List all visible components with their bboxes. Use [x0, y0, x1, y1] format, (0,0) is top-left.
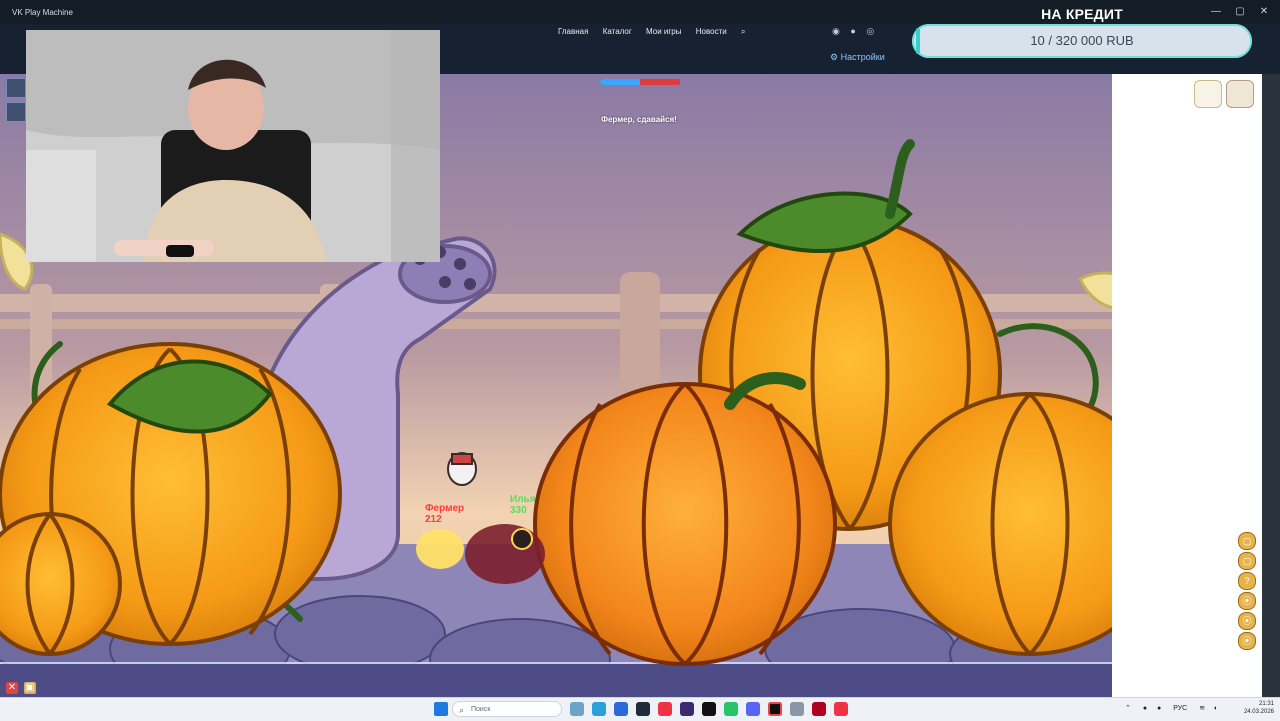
tray-chevron-icon[interactable]: ⌃: [1125, 705, 1131, 712]
close-icon[interactable]: ✕: [6, 682, 18, 694]
player-tag-ilya: Илья 330: [510, 494, 536, 516]
left-hud: [6, 78, 26, 126]
side-tools: ▢ ▢ ? ⦿ ⦿ ⦿: [1238, 532, 1258, 652]
taskbar-clock[interactable]: 21:31 24.03.2026: [1234, 700, 1274, 716]
nav-item-home[interactable]: Главная: [558, 27, 588, 36]
settings-label: Настройки: [840, 52, 885, 62]
webcam-feed: [26, 30, 440, 262]
wallet-icon[interactable]: ◉: [832, 26, 840, 36]
system-tray: ⌃ ● ● РУС ≋ ◖: [1125, 704, 1217, 712]
taskbar-app-icon[interactable]: [614, 702, 628, 716]
taskbar-app-icon[interactable]: [790, 702, 804, 716]
taskbar-app-icon[interactable]: [636, 702, 650, 716]
notifications-icon[interactable]: ●: [850, 26, 855, 36]
boss-health-bar: [600, 79, 680, 85]
player-tag-value: 212: [425, 514, 442, 525]
volume-icon[interactable]: ◖: [1213, 705, 1217, 712]
clock-date: 24.03.2026: [1243, 709, 1274, 715]
taskbar-app-icon[interactable]: [724, 702, 738, 716]
header-icons: ◉ ● ◎: [832, 26, 882, 37]
taskbar-app-icon[interactable]: [834, 702, 848, 716]
health-bar-red: [640, 79, 680, 85]
start-button[interactable]: [434, 702, 448, 716]
wifi-icon[interactable]: ≋: [1199, 705, 1205, 712]
hud-slot[interactable]: [6, 78, 26, 98]
close-icon[interactable]: ✕: [1252, 3, 1276, 21]
tray-app-icon[interactable]: ●: [1157, 705, 1161, 712]
settings-link[interactable]: ⚙ Настройки: [830, 52, 885, 63]
coin-icon[interactable]: ⦿: [1238, 632, 1256, 650]
taskbar-search[interactable]: ⌕ Поиск: [452, 701, 562, 717]
credit-title: НА КРЕДИТ: [1041, 6, 1123, 22]
taskbar-app-icon[interactable]: [570, 702, 584, 716]
health-bar-blue: [600, 79, 640, 85]
taskbar-app-icon[interactable]: [702, 702, 716, 716]
nav-item-news[interactable]: Новости: [696, 27, 727, 36]
taskbar-app-icon[interactable]: [768, 702, 782, 716]
search-icon[interactable]: ⌕: [741, 27, 745, 36]
minimize-icon[interactable]: —: [1204, 3, 1228, 21]
map-icon[interactable]: [1194, 80, 1222, 108]
coin-icon[interactable]: ⦿: [1238, 592, 1256, 610]
player-tag-name: Фермер: [425, 503, 465, 514]
taskbar-app-icon[interactable]: [680, 702, 694, 716]
chat-icon[interactable]: ▣: [23, 682, 36, 694]
vertical-scrollbar[interactable]: [1262, 74, 1280, 697]
taskbar-search-placeholder: Поиск: [471, 706, 491, 713]
player-tag-value: 330: [510, 505, 527, 516]
maximize-icon[interactable]: ▢: [1228, 3, 1252, 21]
taskbar-app-icon[interactable]: [658, 702, 672, 716]
bottom-left-controls: ✕ ▣: [6, 682, 36, 694]
nav-item-catalog[interactable]: Каталог: [603, 27, 632, 36]
search-icon: ⌕: [459, 705, 465, 715]
avatar[interactable]: ◎: [866, 26, 874, 36]
credit-progress-bar: 10 / 320 000 RUB: [912, 24, 1252, 58]
camera-icon[interactable]: ▢: [1238, 532, 1256, 550]
camera-icon[interactable]: ▢: [1238, 552, 1256, 570]
nav-item-my-games[interactable]: Мои игры: [646, 27, 681, 36]
taskbar-app-icon[interactable]: [812, 702, 826, 716]
player-tag-farmer: Фермер 212: [425, 503, 464, 525]
help-icon[interactable]: ?: [1238, 572, 1256, 590]
clock-time: 21:31: [1258, 701, 1274, 707]
window-title: VK Play Machine: [12, 8, 73, 17]
tray-app-icon[interactable]: ●: [1143, 705, 1147, 712]
player-tag-name: Илья: [510, 494, 536, 505]
taskbar: ⌕ Поиск ⌃ ● ● РУС ≋ ◖ 21:31 24.03.2026: [0, 697, 1280, 721]
hud-slot[interactable]: [6, 102, 26, 122]
chest-icon[interactable]: [1226, 80, 1254, 108]
credit-progress-text: 10 / 320 000 RUB: [1030, 33, 1134, 48]
top-nav: Главная Каталог Мои игры Новости ⌕: [558, 27, 757, 37]
webcam-overlay: [26, 30, 440, 262]
coin-icon[interactable]: ⦿: [1238, 612, 1256, 630]
taskbar-app-icon[interactable]: [592, 702, 606, 716]
taskbar-app-icon[interactable]: [746, 702, 760, 716]
keyboard-lang[interactable]: РУС: [1173, 705, 1187, 712]
gear-icon: ⚙: [830, 52, 839, 62]
game-message: Фермер, сдавайся!: [601, 115, 677, 124]
